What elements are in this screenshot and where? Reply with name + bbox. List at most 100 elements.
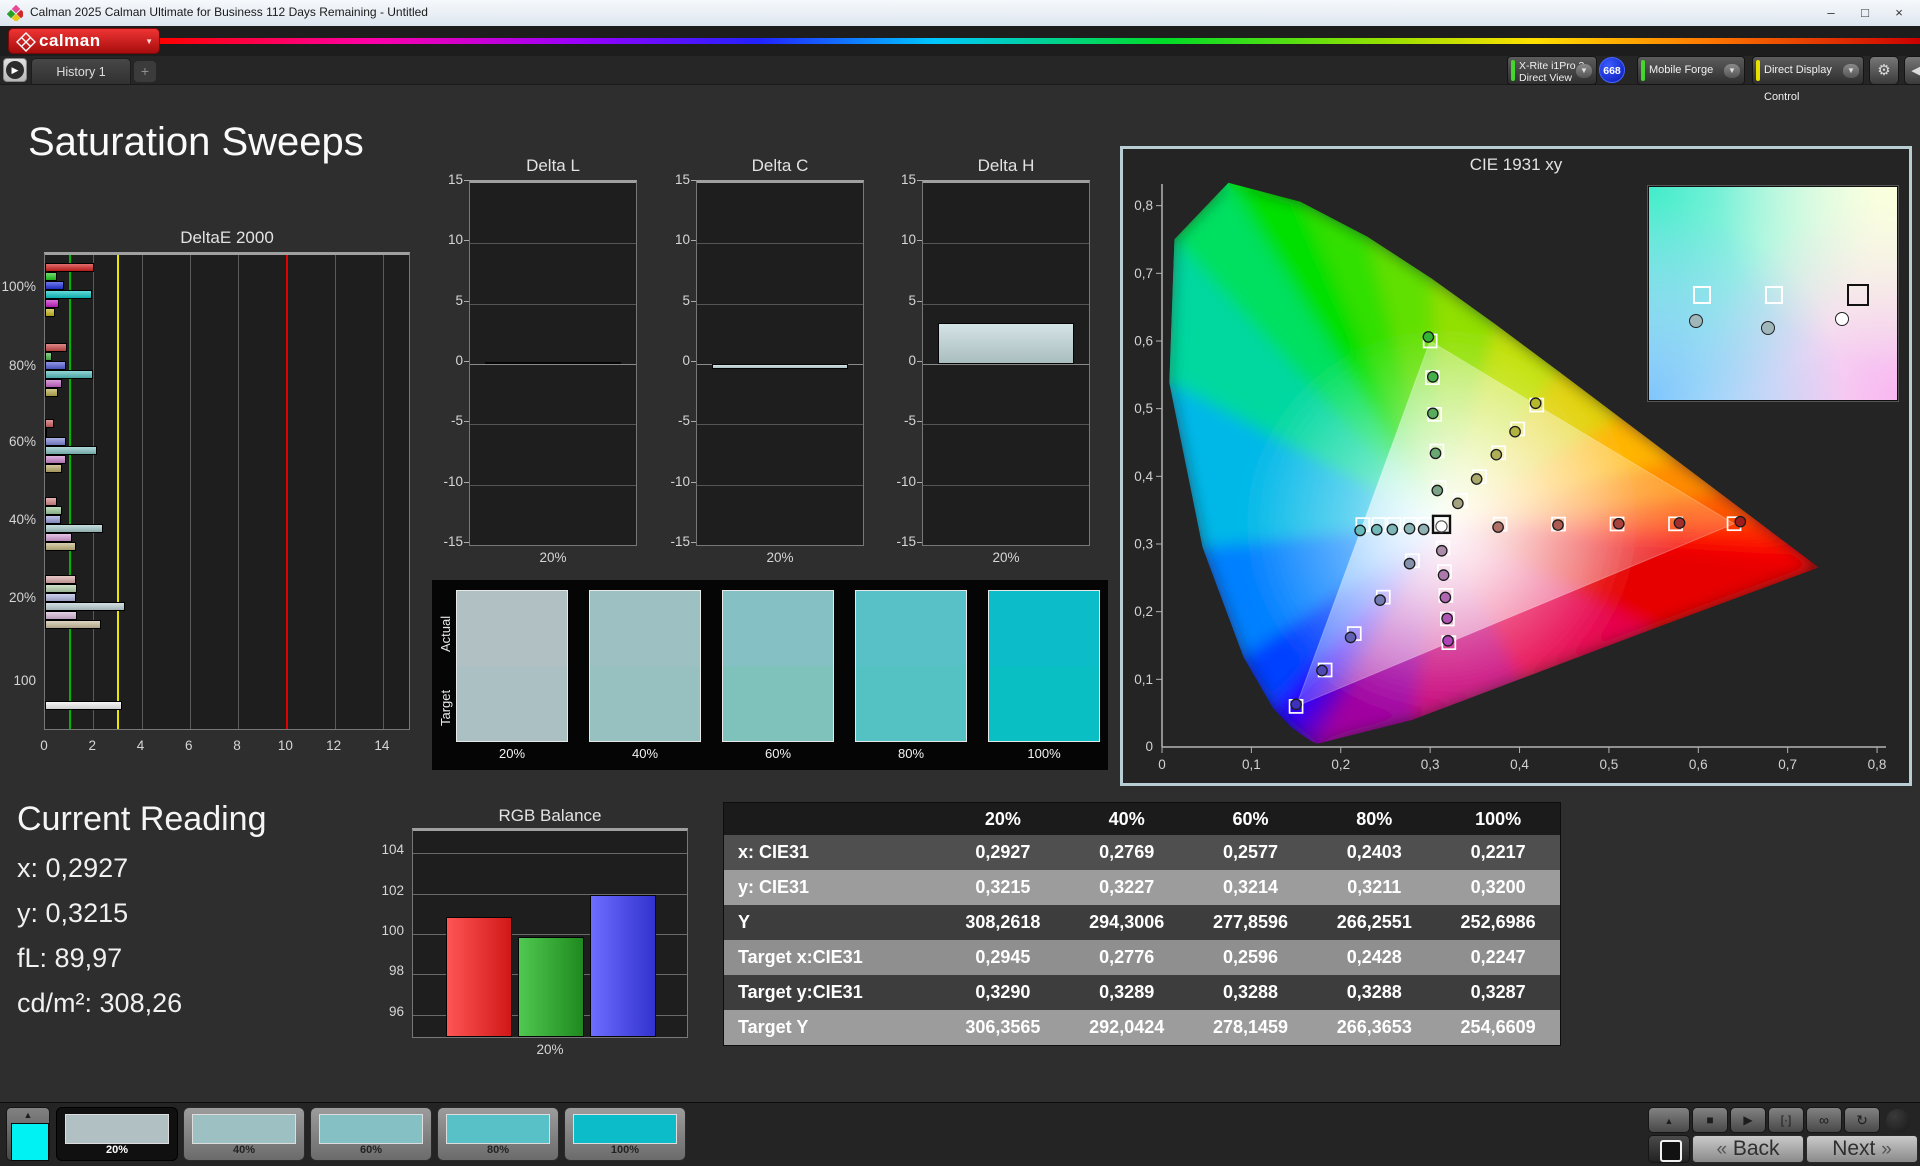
deltaC-title: Delta C (751, 156, 809, 175)
deltaC-y-tick: 5 (682, 292, 690, 308)
stop-button[interactable]: ■ (1692, 1107, 1728, 1133)
table-cell: 0,3290 (975, 982, 1031, 1002)
meter-count-badge[interactable]: 668 (1599, 57, 1625, 83)
rgb-balance-chart (412, 828, 688, 1038)
meter-status-indicator (1511, 60, 1515, 81)
tick (691, 240, 696, 242)
patch-button-40%[interactable]: 40% (183, 1107, 305, 1161)
rgb-y-tick: 96 (388, 1003, 404, 1019)
tab-history-1[interactable]: History 1 (31, 58, 131, 84)
workflow-tabbar: ▶ History 1 + X-Rite i1Pro 3 Direct View… (0, 56, 1920, 103)
source-dropdown[interactable]: Mobile Forge ▼ (1637, 56, 1745, 85)
patch-button-80%[interactable]: 80% (437, 1107, 559, 1161)
measured-marker-blue (1374, 594, 1386, 607)
rgb-y-tick: 104 (381, 842, 404, 858)
deltaH-chart (922, 180, 1090, 546)
deltaL-bar (485, 361, 621, 364)
gridline (413, 853, 687, 855)
table-row: y: CIE31 0,3215 0,3227 0,3214 0,3211 0,3200 (724, 870, 1560, 905)
patch-button-60%[interactable]: 60% (310, 1107, 432, 1161)
history-nav-button[interactable]: ▶ (3, 58, 27, 82)
svg-text:0: 0 (1145, 739, 1153, 754)
deltaH-y-tick: -15 (896, 534, 916, 549)
deltae-bar-20%-Magenta (45, 611, 77, 620)
patch-button-100%[interactable]: 100% (564, 1107, 686, 1161)
gridline (189, 255, 191, 729)
deltae-bar-20%-Red (45, 575, 76, 584)
measured-marker-red (1492, 521, 1504, 533)
tick (917, 180, 922, 181)
chevron-down-icon: ▼ (1576, 64, 1592, 78)
deltaC-y-tick: 10 (674, 232, 690, 248)
table-row-label: x: CIE31 (738, 842, 810, 862)
measured-marker-cyan (1354, 524, 1367, 537)
table-cell: 254,6609 (1460, 1017, 1536, 1037)
target-row-label: Target (438, 689, 453, 727)
deltaH-y-tick: 15 (900, 172, 916, 187)
svg-text:0,5: 0,5 (1600, 757, 1619, 772)
swatch-label-100%: 100% (1027, 746, 1061, 761)
patch-label: 40% (232, 1144, 256, 1156)
inset-measured-marker (1760, 320, 1775, 335)
gridline (141, 255, 143, 729)
cie-zoom-inset (1648, 186, 1898, 401)
reading-x-value: 0,2927 (45, 853, 129, 883)
rgb-x-axis-label: 20% (536, 1042, 564, 1057)
deltae-bar-60%-Green (45, 428, 48, 437)
deltae-bar-20%-Yellow (45, 620, 101, 629)
table-cell: 0,2217 (1470, 842, 1526, 862)
tick (917, 421, 922, 423)
meter-dropdown[interactable]: X-Rite i1Pro 3 Direct View ▼ (1507, 56, 1597, 85)
add-tab-button[interactable]: + (134, 61, 156, 82)
transport-expand-button[interactable]: ▲ (1648, 1107, 1690, 1133)
inset-target-marker (1693, 285, 1712, 304)
deltae-bar-100%-Red (45, 263, 95, 272)
deltaL-y-tick: 10 (447, 232, 463, 248)
table-cell: 0,2577 (1222, 842, 1279, 862)
calman-menu-button[interactable]: calman ▼ (8, 28, 160, 54)
svg-text:0,4: 0,4 (1134, 469, 1153, 484)
meter-mode: Direct View (1519, 72, 1572, 84)
continuous-measure-button[interactable]: ∞ (1806, 1107, 1842, 1133)
chevron-down-icon: ▼ (1843, 64, 1859, 78)
gridline (923, 424, 1089, 426)
single-measure-button[interactable]: [·] (1768, 1107, 1804, 1133)
close-button[interactable]: × (1882, 0, 1916, 26)
play-button[interactable]: ▶ (1730, 1107, 1766, 1133)
current-reading-block: Current Reading x: 0,2927 y: 0,3215 fL: … (17, 800, 357, 1019)
table-row-label: Target Y (738, 1017, 809, 1037)
measured-marker-red (1734, 515, 1747, 528)
next-button[interactable]: Next » (1806, 1135, 1918, 1163)
back-button[interactable]: « Back (1692, 1135, 1804, 1163)
deltae-bar-60%-Magenta (45, 455, 66, 464)
table-row-label: Target y:CIE31 (738, 982, 863, 1002)
patch-button-20%[interactable]: 20% (56, 1107, 178, 1161)
deltaH-y-tick: -5 (903, 413, 916, 429)
stop-measure-button[interactable] (1648, 1135, 1690, 1163)
measured-marker-green (1422, 331, 1435, 343)
table-row: Y 308,2618 294,3006 277,8596 266,2551 252,698… (724, 905, 1560, 940)
svg-text:0,3: 0,3 (1134, 536, 1153, 551)
table-cell: 0,3288 (1346, 982, 1402, 1002)
measured-marker-cyan (1417, 523, 1430, 536)
minimize-button[interactable]: – (1814, 0, 1848, 26)
collapse-panel-button[interactable]: ◀ (1904, 56, 1920, 85)
deltaL-title: Delta L (526, 156, 580, 175)
rgb-y-tick: 102 (381, 882, 404, 898)
stop-icon: ■ (1706, 1113, 1714, 1127)
maximize-button[interactable]: □ (1848, 0, 1882, 26)
brand-bar: calman ▼ (0, 26, 1920, 56)
swatch-80% (855, 590, 967, 742)
deltae-bar-80%-Green (45, 352, 53, 361)
table-col-header: 80% (1312, 803, 1437, 835)
patch-window-expand-button[interactable]: ▲ (6, 1107, 50, 1161)
deltaH-y-tick: 10 (900, 232, 916, 248)
deltae-category-label: 60% (8, 434, 36, 449)
play-icon: ▶ (1743, 1113, 1753, 1127)
back-label: Back (1732, 1137, 1780, 1160)
cie-1931-panel: CIE 1931 xy 0 0,1 0,2 0,3 0,4 0,5 0,6 0,7 0,8 0 0,… (1120, 146, 1912, 786)
refresh-button[interactable]: ↻ (1844, 1107, 1880, 1133)
gridline (697, 243, 863, 245)
display-control-dropdown[interactable]: Direct Display Control ▼ (1752, 56, 1864, 103)
settings-button[interactable]: ⚙ (1869, 56, 1899, 85)
